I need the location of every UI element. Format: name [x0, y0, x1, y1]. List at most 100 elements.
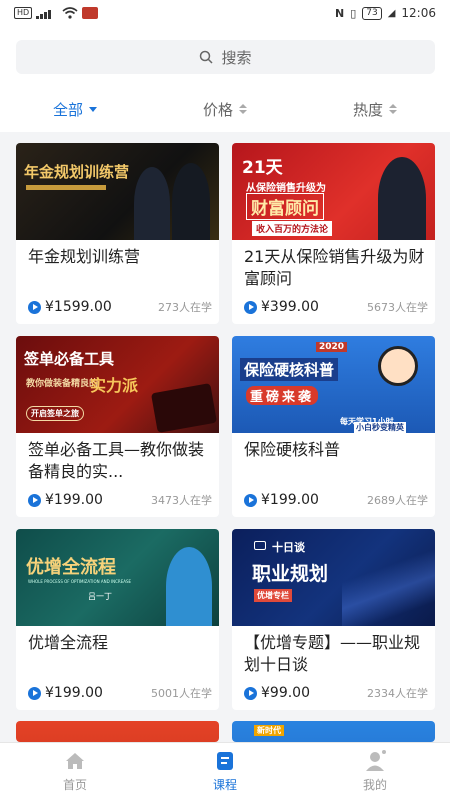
clock: 12:06	[401, 6, 436, 20]
course-thumbnail	[16, 721, 219, 742]
course-meta: ¥199.00 5001人在学	[28, 685, 212, 701]
course-price: ¥1599.00	[28, 299, 112, 315]
bottom-nav: 首页 课程 我的	[0, 742, 450, 800]
video-icon	[254, 541, 266, 550]
nav-home-label: 首页	[62, 778, 87, 792]
calculator-image	[150, 383, 218, 433]
search-input[interactable]: 搜索	[16, 40, 435, 74]
course-thumbnail: 21天 从保险销售升级为 财富顾问 收入百万的方法论	[232, 143, 435, 240]
leaf-icon: ◢	[387, 7, 396, 19]
thumbnail-main: 实力派	[90, 376, 139, 395]
nfc-icon: N	[334, 6, 345, 20]
course-thumbnail: 新时代	[232, 721, 435, 742]
nav-home[interactable]: 首页	[0, 743, 150, 800]
course-title: 优增全流程	[28, 633, 109, 652]
presenter-figure	[378, 157, 426, 240]
course-meta: ¥199.00 2689人在学	[244, 492, 428, 508]
search-placeholder: 搜索	[221, 48, 252, 67]
filter-popularity-label: 热度	[352, 100, 383, 119]
nav-profile-label: 我的	[362, 778, 387, 792]
course-title: 保险硬核科普	[244, 440, 341, 459]
signal-icon	[36, 9, 52, 19]
course-meta: ¥199.00 3473人在学	[28, 492, 212, 508]
course-thumbnail: 十日谈 职业规划 优增专栏	[232, 529, 435, 626]
learner-count: 5673人在学	[367, 301, 428, 314]
thumbnail-subtitle: 教你做装备精良的	[26, 379, 99, 389]
course-card[interactable]: 年金规划训练营 年金规划训练营 ¥1599.00 273人在学	[16, 143, 219, 324]
thumbnail-tag: 优增专栏	[254, 589, 292, 602]
learner-count: 2689人在学	[367, 494, 428, 507]
course-card[interactable]: 21天 从保险销售升级为 财富顾问 收入百万的方法论 21天从保险销售升级为财富…	[232, 143, 435, 324]
hd-badge: HD	[14, 7, 33, 19]
play-icon	[244, 686, 257, 700]
thumbnail-title: 21天	[242, 158, 283, 178]
sort-icon	[239, 104, 247, 114]
sort-icon	[389, 104, 397, 114]
course-title: 21天从保险销售升级为财富顾问	[244, 247, 425, 288]
thumbnail-title: 保险硬核科普	[240, 358, 339, 381]
course-card[interactable]: 2020 保险硬核科普 重磅来袭 每天学习1小时 小白秒变精英 保险硬核科普 ¥…	[232, 336, 435, 517]
thumbnail-title: 年金规划训练营	[24, 163, 130, 181]
filter-price[interactable]: 价格	[150, 92, 300, 126]
course-grid: 年金规划训练营 年金规划训练营 ¥1599.00 273人在学 21天 从保险销…	[0, 132, 450, 742]
play-icon	[28, 686, 41, 700]
play-icon	[244, 493, 257, 507]
caret-down-icon	[89, 106, 97, 112]
filter-all[interactable]: 全部	[0, 92, 150, 126]
course-title: 年金规划训练营	[28, 247, 141, 266]
course-meta: ¥1599.00 273人在学	[28, 299, 212, 315]
course-title: 【优增专题】——职业规划十日谈	[244, 633, 421, 674]
header: 搜索 全部 价格 热度	[0, 26, 450, 132]
course-card[interactable]: 新时代	[232, 721, 435, 742]
status-bar-right: N ▯ 73 ◢ 12:06	[335, 6, 436, 20]
course-price: ¥199.00	[28, 685, 103, 701]
course-card[interactable]: 签单必备工具 教你做装备精良的 实力派 开启签单之旅 签单必备工具—教你做装备精…	[16, 336, 219, 517]
status-bar: HD N ▯ 73 ◢ 12:06	[0, 0, 450, 26]
home-icon	[66, 753, 84, 769]
course-card[interactable]: 优增全流程 WHOLE PROCESS OF OPTIMIZATION AND …	[16, 529, 219, 710]
presenter-figure	[172, 163, 210, 240]
thumbnail-title: 优增全流程	[26, 557, 116, 578]
presenter-figure	[134, 167, 170, 240]
thumbnail-title: 签单必备工具	[24, 350, 115, 368]
vibrate-icon: ▯	[350, 6, 357, 20]
course-thumbnail: 2020 保险硬核科普 重磅来袭 每天学习1小时 小白秒变精英	[232, 336, 435, 433]
filter-price-label: 价格	[202, 100, 233, 119]
nav-profile[interactable]: 我的	[300, 743, 450, 800]
course-title: 签单必备工具—教你做装备精良的实...	[28, 440, 205, 481]
thumbnail-tag: 收入百万的方法论	[252, 221, 333, 236]
profile-icon	[366, 750, 386, 771]
thumbnail-tag: 开启签单之旅	[26, 406, 84, 421]
filter-all-label: 全部	[52, 100, 83, 119]
thumbnail-main: 财富顾问	[246, 193, 324, 220]
learner-count: 5001人在学	[151, 687, 212, 700]
thumbnail-year: 2020	[316, 342, 348, 352]
course-thumbnail: 签单必备工具 教你做装备精良的 实力派 开启签单之旅	[16, 336, 219, 433]
wifi-icon	[62, 7, 78, 19]
play-icon	[28, 493, 41, 507]
course-price: ¥199.00	[28, 492, 103, 508]
filter-popularity[interactable]: 热度	[300, 92, 450, 126]
course-icon	[217, 752, 233, 770]
search-icon	[200, 50, 214, 64]
learner-count: 273人在学	[158, 301, 212, 314]
course-card[interactable]: 十日谈 职业规划 优增专栏 【优增专题】——职业规划十日谈 ¥99.00 233…	[232, 529, 435, 710]
course-price: ¥199.00	[244, 492, 319, 508]
course-meta: ¥99.00 2334人在学	[244, 685, 428, 701]
course-card[interactable]	[16, 721, 219, 742]
nav-courses[interactable]: 课程	[150, 743, 300, 800]
thumbnail-tag2: 小白秒变精英	[354, 422, 406, 433]
learner-count: 3473人在学	[151, 494, 212, 507]
thumbnail-title: 职业规划	[252, 563, 329, 585]
battery-icon: 73	[362, 6, 382, 20]
notification-icon	[82, 7, 99, 19]
learner-count: 2334人在学	[367, 687, 428, 700]
course-price: ¥99.00	[244, 685, 310, 701]
course-meta: ¥399.00 5673人在学	[244, 299, 428, 315]
thumbnail-decoration	[342, 529, 435, 626]
presenter-figure	[166, 547, 212, 626]
play-icon	[28, 300, 41, 314]
thumbnail-subtitle: 十日谈	[272, 541, 305, 554]
thumbnail-subtitle: WHOLE PROCESS OF OPTIMIZATION AND INCREA…	[28, 579, 132, 584]
nav-courses-label: 课程	[212, 778, 237, 792]
